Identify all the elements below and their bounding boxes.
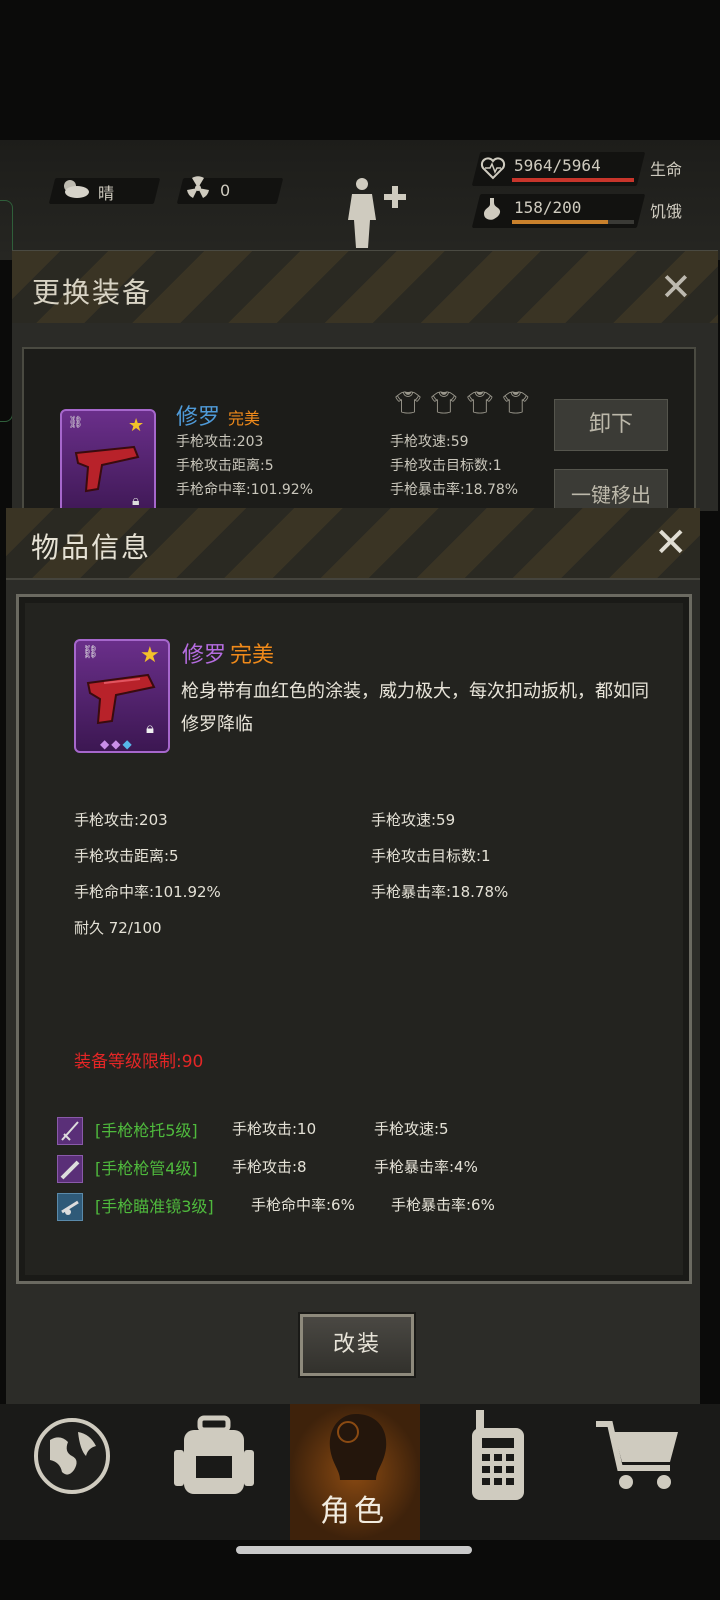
stat-right: 手枪暴击率:18.78%: [371, 883, 509, 901]
stat-left: 手枪攻击:203: [74, 811, 168, 829]
durability: 耐久 72/100: [74, 919, 162, 937]
item-description: 枪身带有血红色的涂装，威力极大，每次扣动扳机，都如同修罗降临: [181, 681, 649, 735]
barrel-icon: [57, 1155, 83, 1183]
equip-stat: 手枪攻击:203: [176, 434, 264, 450]
pistol-icon: [74, 445, 140, 493]
hunger-bar-fill: [512, 220, 609, 224]
home-indicator[interactable]: [236, 1546, 472, 1554]
bottom-nav: 角色: [0, 1404, 720, 1540]
backpack-icon: [174, 1415, 254, 1494]
hunger-value: 158/200: [514, 198, 582, 217]
lock-icon: 🔒︎: [146, 719, 154, 737]
equip-panel-title: 更换装备: [32, 276, 153, 309]
nav-backpack[interactable]: [150, 1404, 280, 1540]
nav-shop[interactable]: [580, 1404, 710, 1540]
star-icon: ★: [128, 415, 145, 436]
mod-stat: 手枪攻速:5: [374, 1120, 449, 1138]
mod-name: [手枪瞄准镜3级]: [95, 1197, 214, 1216]
weather-text: 晴: [98, 184, 115, 203]
mod-stat: 手枪攻击:10: [232, 1120, 317, 1138]
dialog-title: 物品信息: [31, 531, 152, 564]
status-hud: 晴 0 5964/5964 生命 158/200 饥饿: [0, 140, 720, 260]
level-requirement: 装备等级限制:90: [74, 1052, 204, 1072]
link-icon: ⛓: [68, 415, 84, 429]
nav-character-label: 角色: [320, 1494, 388, 1529]
health-bar: [512, 178, 634, 182]
radio-icon: [472, 1410, 524, 1500]
shirt-icons: 👕︎👕︎👕︎👕︎: [394, 391, 538, 416]
radiation-value: 0: [220, 181, 231, 200]
body-status-icon[interactable]: [340, 176, 410, 250]
stomach-icon: [484, 198, 501, 220]
hunger-bar: [512, 220, 634, 224]
mod-stat: 手枪攻击:8: [232, 1158, 307, 1176]
item-info-body: ⛓ ★ 🔒︎ ◆◆◆ 修罗 完美 枪身带有血红色的涂装，威力极大，每次扣动扳机，…: [16, 594, 692, 1284]
scope-icon: [57, 1193, 83, 1221]
equip-stat: 手枪攻击距离:5: [176, 458, 274, 474]
equip-stat: 手枪攻击目标数:1: [390, 458, 502, 474]
stock-icon: [57, 1117, 83, 1145]
weather-icon: [64, 180, 89, 198]
equipped-item-icon-frame[interactable]: ⛓ ★ 🔒︎: [60, 409, 156, 523]
equip-stat: 手枪命中率:101.92%: [176, 482, 314, 498]
change-equipment-panel: 更换装备 ✕ ⛓ ★ 🔒︎ 修罗 完美 手枪攻击:203 手枪攻速:59 手枪攻…: [12, 250, 718, 523]
gem-slots-icon: ◆◆◆: [100, 737, 134, 751]
mod-stat: 手枪暴击率:4%: [374, 1158, 478, 1176]
equip-stat: 手枪暴击率:18.78%: [390, 482, 519, 498]
stat-left: 手枪命中率:101.92%: [74, 883, 221, 901]
radiation-icon: [187, 176, 209, 198]
mod-name: [手枪枪托5级]: [95, 1121, 198, 1140]
health-bar-fill: [512, 178, 634, 182]
star-icon: ★: [140, 643, 160, 668]
item-name: 修罗: [182, 643, 227, 668]
nav-map[interactable]: [10, 1404, 140, 1540]
lock-icon: 🔒︎: [132, 493, 140, 509]
item-info-dialog: 物品信息 ✕ ⛓ ★ 🔒︎ ◆◆◆ 修罗 完美 枪身带有血红色的涂装，威力极大，…: [6, 508, 700, 1404]
mod-name: [手枪枪管4级]: [95, 1159, 198, 1178]
equip-stat: 手枪攻速:59: [390, 434, 469, 450]
heart-icon: [480, 157, 506, 180]
equip-panel-header: 更换装备 ✕: [12, 251, 718, 323]
stat-right: 手枪攻击目标数:1: [371, 847, 491, 865]
equipped-item-name: 修罗: [176, 405, 221, 430]
mod-stat: 手枪命中率:6%: [251, 1196, 355, 1214]
close-icon[interactable]: ✕: [654, 520, 688, 566]
equip-close-icon[interactable]: ✕: [660, 265, 692, 309]
dialog-header: 物品信息 ✕: [6, 508, 700, 580]
mod-stat: 手枪暴击率:6%: [391, 1196, 495, 1214]
health-value: 5964/5964: [514, 156, 601, 175]
item-icon-frame: ⛓ ★ 🔒︎ ◆◆◆: [74, 639, 170, 753]
nav-character[interactable]: 角色: [290, 1404, 420, 1540]
equipped-item-card: ⛓ ★ 🔒︎ 修罗 完美 手枪攻击:203 手枪攻速:59 手枪攻击距离:5 手…: [22, 347, 696, 523]
globe-icon: [34, 1418, 110, 1494]
item-grade: 完美: [230, 643, 275, 668]
stat-right: 手枪攻速:59: [371, 811, 456, 829]
modify-button[interactable]: 改装: [300, 1314, 414, 1376]
cart-icon: [596, 1421, 678, 1489]
link-icon: ⛓: [82, 645, 99, 660]
hunger-label: 饥饿: [650, 202, 683, 221]
health-label: 生命: [650, 160, 683, 179]
equipped-item-grade: 完美: [228, 409, 261, 428]
character-icon: [329, 1414, 387, 1480]
unequip-button[interactable]: 卸下: [554, 399, 668, 451]
stat-left: 手枪攻击距离:5: [74, 847, 179, 865]
nav-radio[interactable]: [432, 1404, 562, 1540]
